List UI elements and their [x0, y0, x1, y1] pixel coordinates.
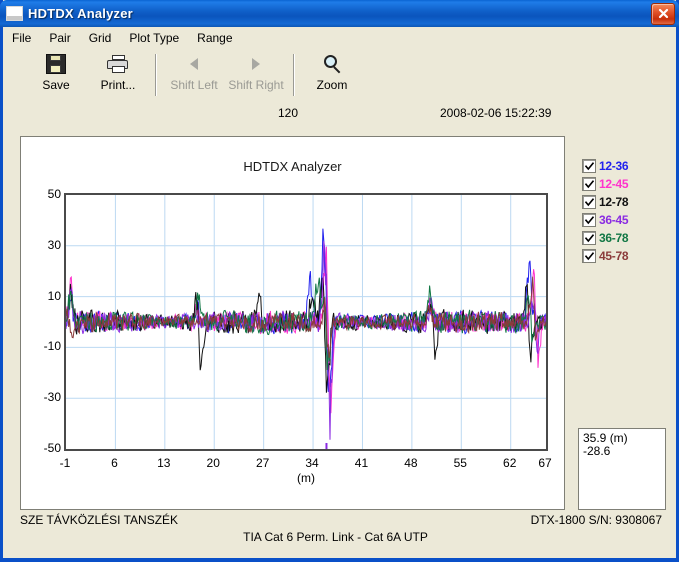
check-icon	[584, 251, 594, 260]
window-controls	[651, 2, 675, 25]
chart-title: HDTDX Analyzer	[243, 159, 342, 174]
shift-right-button-label: Shift Right	[228, 78, 284, 92]
printer-icon	[107, 51, 129, 77]
legend-label: 12-36	[599, 159, 629, 173]
legend-row[interactable]: 36-45	[582, 212, 640, 228]
y-tick-label: 30	[47, 237, 61, 252]
print-button-label: Print...	[100, 78, 136, 92]
menu-bar: File Pair Grid Plot Type Range	[3, 27, 676, 48]
status-owner: SZE TÁVKÖZLÉSI TANSZÉK	[20, 513, 179, 527]
legend-label: 36-45	[599, 213, 629, 227]
legend-row[interactable]: 36-78	[582, 230, 640, 246]
x-tick-label: 27	[255, 456, 270, 470]
x-tick-label: 41	[354, 456, 369, 470]
x-tick-label: 13	[157, 456, 171, 470]
triangle-left-icon	[190, 51, 198, 77]
legend-label: 45-78	[599, 249, 629, 263]
window-title: HDTDX Analyzer	[28, 6, 133, 21]
series-12-78	[66, 276, 546, 393]
y-tick-label: -50	[43, 441, 61, 455]
legend-checkbox-12-78[interactable]	[582, 195, 596, 209]
status-bar: SZE TÁVKÖZLÉSI TANSZÉK DTX-1800 S/N: 930…	[3, 512, 676, 530]
check-icon	[584, 179, 594, 188]
status-standard: TIA Cat 6 Perm. Link - Cat 6A UTP	[243, 530, 428, 544]
x-axis-title: (m)	[297, 471, 315, 485]
menu-item-plot-type[interactable]: Plot Type	[120, 29, 188, 47]
y-tick-label: 10	[47, 288, 61, 303]
y-tick-label: -30	[43, 390, 61, 405]
toolbar-separator-2	[293, 54, 295, 96]
legend-checkbox-45-78[interactable]	[582, 249, 596, 263]
legend-label: 36-78	[599, 231, 629, 245]
window-icon	[6, 6, 23, 21]
legend-checkbox-36-78[interactable]	[582, 231, 596, 245]
title-bar: HDTDX Analyzer	[0, 0, 679, 27]
plot-panel: HDTDX Analyzer 50 30 10 -10 -30 -50 -1 6 13 20 27…	[20, 136, 565, 510]
legend-row[interactable]: 12-78	[582, 194, 640, 210]
chart-canvas	[66, 195, 546, 449]
toolbar: Save Print... Shift Left Shift Right Zoo…	[3, 48, 676, 103]
cursor-readout-box: 35.9 (m) -28.6	[578, 428, 666, 510]
x-tick-label: 55	[453, 456, 467, 470]
measurement-timestamp: 2008-02-06 15:22:39	[440, 106, 552, 120]
y-tick-label: -10	[43, 339, 61, 354]
plot-area[interactable]	[64, 193, 548, 451]
save-button[interactable]: Save	[25, 51, 87, 101]
x-tick-label: 34	[305, 456, 319, 470]
shift-right-button[interactable]: Shift Right	[225, 51, 287, 101]
check-icon	[584, 233, 594, 242]
menu-item-range[interactable]: Range	[188, 29, 241, 47]
x-tick-label: 48	[404, 456, 418, 470]
check-icon	[584, 161, 594, 170]
shift-left-button[interactable]: Shift Left	[163, 51, 225, 101]
check-icon	[584, 197, 594, 206]
shift-left-button-label: Shift Left	[170, 78, 218, 92]
readout-value: -28.6	[583, 444, 611, 458]
toolbar-separator-1	[155, 54, 157, 96]
series-36-45	[66, 241, 546, 440]
menu-item-grid[interactable]: Grid	[80, 29, 121, 47]
x-tick-label: 67	[538, 456, 552, 470]
legend-row[interactable]: 12-36	[582, 158, 640, 174]
info-bar: 120 2008-02-06 15:22:39	[3, 104, 676, 126]
menu-item-pair[interactable]: Pair	[40, 29, 79, 47]
y-tick-label: 50	[47, 187, 61, 201]
legend-row[interactable]: 45-78	[582, 248, 640, 264]
print-button[interactable]: Print...	[87, 51, 149, 101]
legend-checkbox-36-45[interactable]	[582, 213, 596, 227]
magnifier-icon	[322, 51, 342, 77]
sample-count: 120	[278, 106, 299, 120]
legend-checkbox-12-36[interactable]	[582, 159, 596, 173]
series-12-36	[66, 228, 546, 392]
menu-item-file[interactable]: File	[3, 29, 40, 47]
zoom-button-label: Zoom	[316, 78, 348, 92]
save-button-label: Save	[42, 78, 70, 92]
status-device: DTX-1800 S/N: 9308067	[530, 513, 662, 527]
close-button[interactable]	[651, 2, 675, 25]
legend-row[interactable]: 12-45	[582, 176, 640, 192]
triangle-right-icon	[252, 51, 260, 77]
check-icon	[584, 215, 594, 224]
floppy-disk-icon	[46, 51, 66, 77]
legend-label: 12-45	[599, 177, 629, 191]
x-tick-label: 62	[503, 456, 517, 470]
pair-legend: 12-36 12-45 12-78 36-45 36-78 45-78	[582, 158, 640, 266]
close-icon	[658, 8, 668, 19]
x-tick-label: 6	[111, 456, 118, 470]
application-window: HDTDX Analyzer File Pair Grid Plot Type …	[0, 0, 679, 562]
legend-checkbox-12-45[interactable]	[582, 177, 596, 191]
x-tick-label: 20	[206, 456, 220, 470]
zoom-button[interactable]: Zoom	[301, 51, 363, 101]
legend-label: 12-78	[599, 195, 629, 209]
x-tick-label: -1	[59, 456, 71, 470]
